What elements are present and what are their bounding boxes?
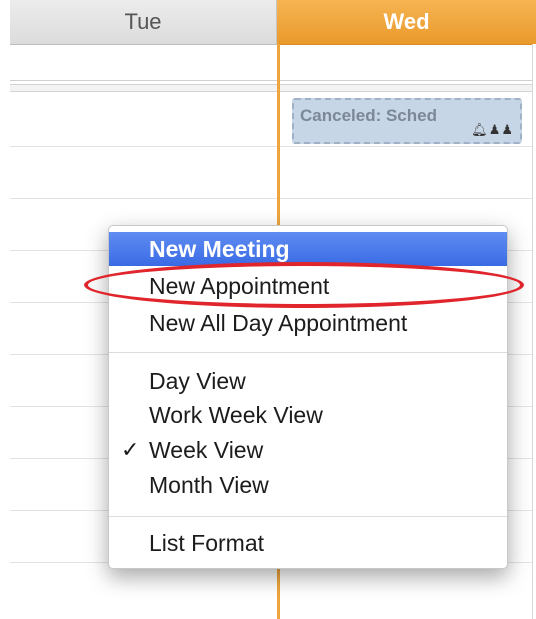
day-header-tue[interactable]: Tue (10, 0, 277, 45)
bell-icon: 🔔︎ (471, 122, 489, 137)
menu-item-new-appointment[interactable]: New Appointment (109, 269, 507, 303)
day-divider (532, 44, 536, 619)
day-header-row: Tue Wed (10, 0, 536, 45)
menu-item-new-all-day-appointment[interactable]: New All Day Appointment (109, 306, 507, 340)
all-day-row[interactable] (10, 45, 536, 81)
appointment-title: Canceled: Sched (300, 106, 437, 125)
menu-item-day-view[interactable]: Day View (109, 364, 507, 398)
all-day-separator (10, 84, 536, 92)
menu-item-week-view[interactable]: ✓ Week View (109, 433, 507, 467)
menu-item-new-meeting[interactable]: New Meeting (109, 232, 507, 266)
menu-separator (109, 352, 507, 353)
menu-item-work-week-view[interactable]: Work Week View (109, 398, 507, 432)
menu-item-list-format[interactable]: List Format (109, 526, 507, 560)
day-header-wed-today[interactable]: Wed (277, 0, 536, 45)
canceled-appointment[interactable]: Canceled: Sched 🔔︎♟♟ (292, 98, 522, 144)
time-gutter (0, 0, 10, 619)
hour-line (10, 146, 536, 147)
menu-separator (109, 516, 507, 517)
attendees-icon: ♟♟ (488, 122, 514, 137)
context-menu: New Meeting New Appointment New All Day … (108, 225, 508, 569)
hour-line (10, 198, 536, 199)
menu-item-month-view[interactable]: Month View (109, 468, 507, 502)
checkmark-icon: ✓ (121, 437, 140, 462)
